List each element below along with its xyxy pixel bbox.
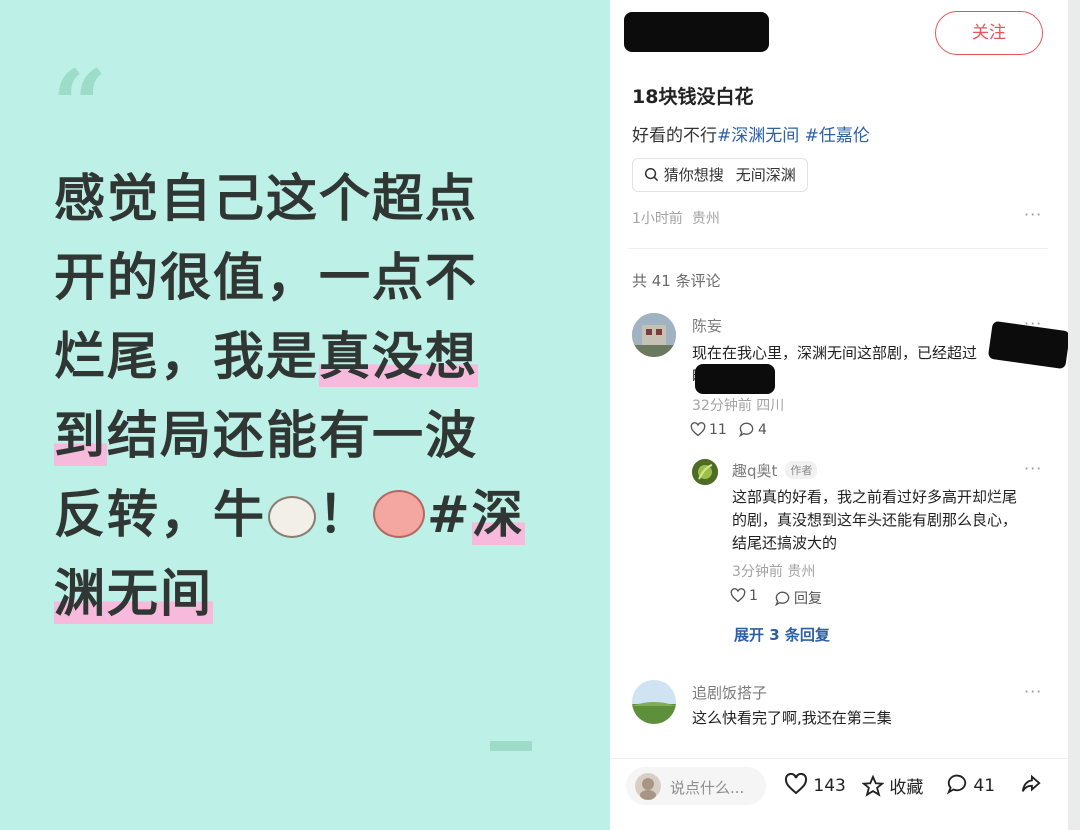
redacted-text xyxy=(695,364,775,394)
highlighted-text: 到 xyxy=(54,407,108,466)
reply-count: 4 xyxy=(758,422,767,438)
like-post-count: 143 xyxy=(813,776,846,796)
comment-text-line: 现在在我心里，深渊无间这部剧，已经超过 xyxy=(692,344,978,362)
user-avatar-icon xyxy=(635,773,661,800)
post-meta: 1小时前 贵州 xyxy=(632,208,720,228)
avatar-image-icon xyxy=(632,313,676,357)
redacted-username xyxy=(624,12,769,52)
comment-time: 32分钟前 xyxy=(692,398,752,414)
collect-label: 收藏 xyxy=(889,778,924,798)
search-suggestion-chip[interactable]: 猜你想搜 无间深渊 xyxy=(632,158,808,192)
reply-location: 贵州 xyxy=(787,564,816,580)
reply-text-line: 这部真的好看，我之前看过好多高开却烂尾 xyxy=(732,488,1018,506)
quote-text-segment: 烂尾，我是 xyxy=(54,328,320,387)
quote-line: 渊无间 xyxy=(54,555,574,634)
chip-label: 猜你想搜 xyxy=(663,166,724,184)
more-icon[interactable]: ··· xyxy=(1024,459,1042,478)
avatar-image-icon xyxy=(632,680,676,724)
share-button[interactable] xyxy=(1020,773,1042,796)
post-panel: 关注 18块钱没白花 好看的不行#深渊无间 #任嘉伦 猜你想搜 无间深渊 1小时前… xyxy=(610,0,1068,830)
heart-icon xyxy=(784,772,808,795)
quote-text-segment: 开的很值，一点不 xyxy=(54,249,479,308)
reply-text-line: 的剧，真没想到这年头还能有剧那么良心， xyxy=(732,511,1018,529)
comment-input[interactable]: 说点什么... xyxy=(626,767,766,805)
background-edge xyxy=(1068,0,1080,830)
reply-button[interactable]: 回复 xyxy=(774,588,822,608)
reply-text: 这部真的好看，我之前看过好多高开却烂尾 的剧，真没想到这年头还能有剧那么良心， … xyxy=(732,486,1017,555)
highlighted-text: 深 xyxy=(471,486,525,545)
collect-button[interactable]: 收藏 xyxy=(861,773,924,798)
quote-text-segment: ！ xyxy=(318,486,372,545)
like-post-button[interactable]: 143 xyxy=(784,772,846,796)
comment-meta: 32分钟前 四川 xyxy=(692,395,784,415)
follow-button[interactable]: 关注 xyxy=(935,11,1043,55)
star-icon xyxy=(861,774,885,797)
commenter-name[interactable]: 陈妄 xyxy=(692,315,722,336)
hashtag-link[interactable]: #深渊无间 xyxy=(717,126,799,146)
quote-text-segment: 结局还能有一波 xyxy=(107,407,479,466)
quote-line: 感觉自己这个超点 xyxy=(54,160,574,239)
quote-line: 到结局还能有一波 xyxy=(54,397,574,476)
bottom-action-bar: 说点什么... 143 收藏 41 xyxy=(610,758,1068,830)
decorative-bar xyxy=(490,741,532,751)
quote-image-card: “ 感觉自己这个超点 开的很值，一点不 烂尾，我是真没想 到结局还能有一波 反转，牛！ #… xyxy=(0,0,610,830)
like-button[interactable]: 1 xyxy=(730,588,758,604)
reply-time: 3分钟前 xyxy=(732,564,783,580)
like-count: 11 xyxy=(709,422,727,438)
reply-author-text: 趣q奥t xyxy=(732,462,778,480)
heart-icon xyxy=(730,588,746,603)
quote-mark: “ xyxy=(52,49,108,162)
avatar[interactable] xyxy=(692,459,718,485)
search-icon xyxy=(644,167,659,182)
quote-text-segment: # xyxy=(427,486,472,545)
quote-text-segment: 反转，牛 xyxy=(54,486,267,545)
reply-text-line: 结尾还搞波大的 xyxy=(732,534,838,552)
post-title: 18块钱没白花 xyxy=(632,86,754,108)
avatar[interactable] xyxy=(632,680,676,724)
highlighted-text: 渊无间 xyxy=(54,565,214,624)
post-description: 好看的不行#深渊无间 #任嘉伦 xyxy=(632,121,870,146)
commenter-name[interactable]: 追剧饭搭子 xyxy=(692,682,767,703)
comment-bubble-icon xyxy=(946,774,967,795)
comment-bubble-icon xyxy=(774,591,790,607)
cow-emoji-icon xyxy=(268,496,317,538)
divider xyxy=(628,248,1048,249)
more-icon[interactable]: ··· xyxy=(1024,205,1042,224)
comment-input-placeholder: 说点什么... xyxy=(670,779,745,797)
quote-line: 烂尾，我是真没想 xyxy=(54,318,574,397)
avatar-image-icon xyxy=(692,459,718,485)
highlighted-text: 真没想 xyxy=(319,328,479,387)
quote-line: 反转，牛 ！ #深 xyxy=(54,476,574,555)
comment-count: 共 41 条评论 xyxy=(632,272,721,290)
reply-meta: 3分钟前 贵州 xyxy=(732,561,815,581)
pig-emoji-icon xyxy=(373,490,426,538)
comment-location: 四川 xyxy=(756,398,785,414)
share-icon xyxy=(1021,774,1041,792)
like-count: 1 xyxy=(749,588,758,604)
comment-bubble-icon xyxy=(738,422,754,438)
redacted-text xyxy=(987,320,1068,370)
more-icon[interactable]: ··· xyxy=(1024,682,1042,701)
quote-text-segment: 感觉自己这个超点 xyxy=(54,170,479,229)
reply-count-button[interactable]: 4 xyxy=(738,422,767,438)
quote-line: 开的很值，一点不 xyxy=(54,239,574,318)
post-location: 贵州 xyxy=(691,211,720,227)
expand-replies-link[interactable]: 展开 3 条回复 xyxy=(734,624,830,645)
post-desc-text: 好看的不行 xyxy=(632,126,717,146)
reply-label: 回复 xyxy=(794,591,822,607)
comment-text: 这么快看完了啊,我还在第三集 xyxy=(692,709,892,727)
comments-count: 41 xyxy=(973,776,996,796)
heart-icon xyxy=(690,422,706,437)
hashtag-link[interactable]: #任嘉伦 xyxy=(805,126,870,146)
reply-author-name[interactable]: 趣q奥t 作者 xyxy=(732,460,818,481)
comments-button[interactable]: 41 xyxy=(946,773,995,796)
chip-query: 无间深渊 xyxy=(735,166,796,184)
avatar[interactable] xyxy=(632,313,676,357)
author-badge: 作者 xyxy=(785,461,818,479)
like-button[interactable]: 11 xyxy=(690,422,727,438)
quote-text: 感觉自己这个超点 开的很值，一点不 烂尾，我是真没想 到结局还能有一波 反转，牛！ #深渊… xyxy=(54,160,574,634)
post-time: 1小时前 xyxy=(632,211,683,227)
